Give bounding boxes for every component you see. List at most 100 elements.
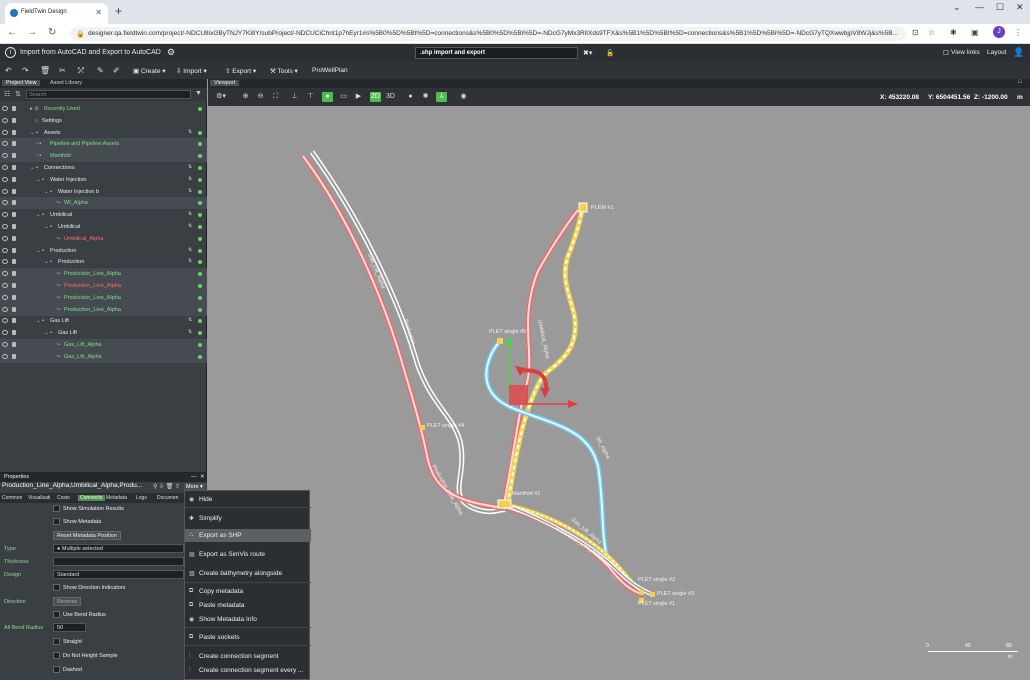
use-bend-radius-checkbox[interactable] [53,611,60,618]
layout-button[interactable]: Layout [987,49,1007,56]
maximize-viewport-icon[interactable]: □ [1014,79,1025,85]
lock-icon[interactable] [12,200,16,206]
tree-expander-icon[interactable]: ⤳ [56,271,60,278]
align-top-icon[interactable]: ⊤ [305,92,316,102]
settings-icon[interactable]: ⚙▾ [213,92,229,102]
reset-metadata-position-button[interactable]: Reset Metadata Position [53,531,121,540]
view-2d-button[interactable]: 2D [370,92,381,102]
minimize-panel-icon[interactable]: — [191,474,197,480]
undo-icon[interactable]: ↶ [5,66,12,75]
close-window-icon[interactable]: ✕ [1016,2,1024,13]
tree-expander-icon[interactable]: › ▪ [36,141,41,147]
menu-item-export-as-shp[interactable]: ⛬ Export as SHP [185,529,311,542]
tree-item[interactable]: ⤳ Gas_Lift_Alpha [0,350,207,363]
tree-item[interactable]: ⤳ Production_Line_Alpha [0,291,207,304]
tree-item[interactable]: ⤳ Gas_Lift_Alpha [0,339,207,351]
lock-icon[interactable] [12,235,16,241]
tree-item[interactable]: ⌄ ▪ Umbilical ⇅ [0,209,207,221]
connect-icon[interactable]: ⤱ [78,66,84,76]
lock-icon[interactable] [12,342,16,347]
visibility-eye-icon[interactable] [2,153,8,159]
dashed-checkbox[interactable] [53,666,60,673]
sort-icon[interactable]: ⇅ [15,90,21,98]
visibility-eye-icon[interactable] [2,200,8,206]
plet-single-2-node[interactable] [639,590,644,595]
lock-icon[interactable] [12,318,16,324]
thickness-input[interactable] [53,557,184,566]
visibility-eye-icon[interactable] [2,117,8,123]
maximize-icon[interactable]: ☐ [996,2,1004,13]
tab-connection[interactable]: Connectio [78,495,105,501]
all-bend-radius-input[interactable]: 50 [53,623,86,632]
visibility-eye-icon[interactable] [2,141,8,147]
visibility-eye-icon[interactable] [2,294,8,300]
tree-expander-icon[interactable]: ⌄ ▪ [44,330,52,336]
filter-icon[interactable]: ▼ [195,90,202,97]
pencil-icon[interactable]: ✎ [97,66,104,75]
viewport[interactable]: Viewport □ ⚙▾ ⊕ ⊖ ⛶ ⊥ ⊤ ● ▭ ▶ 2D 3D ● ✺ … [208,79,1030,680]
align-bottom-icon[interactable]: ⊥ [289,92,300,102]
tree-expander-icon[interactable]: ⌄ ▪ [36,212,44,218]
tree-expander-icon[interactable]: ⌄ ▪ [30,130,38,136]
tree-expander-icon[interactable]: ☼ [34,118,39,124]
close-tab-icon[interactable]: ✕ [95,8,102,17]
prowellplan-button[interactable]: ProWellPlan [309,65,351,76]
sort-arrows-icon[interactable]: ⇅ [188,188,192,194]
light-icon[interactable]: ● [405,92,416,102]
reload-icon[interactable]: ↻ [48,27,56,38]
visibility-eye-icon[interactable] [2,283,8,288]
tree-expander-icon[interactable]: ⌄ ▪ [44,224,52,230]
browser-tab[interactable]: FieldTwin Design ✕ [5,3,108,24]
tab-visualisation[interactable]: Visualisati [28,495,50,501]
lock-icon[interactable] [12,353,16,359]
sort-arrows-icon[interactable]: ⇅ [188,176,192,182]
tab-asset-library[interactable]: Asset Library [46,80,86,86]
menu-item-show-metadata-info[interactable]: ◉ Show Metadata Info [185,613,311,626]
tree-expander-icon[interactable]: ⤳ [56,200,60,207]
lock-icon[interactable] [12,188,16,194]
selection-action-icons[interactable]: ⚲ ⇩ 🗑 ⇧ [153,483,180,490]
lock-icon[interactable] [12,153,16,159]
sort-arrows-icon[interactable]: ⇅ [188,223,192,229]
manifold-1-node[interactable] [497,499,512,509]
tree-expander-icon[interactable]: ⤳ [56,236,60,243]
visibility-eye-icon[interactable] [2,165,8,170]
new-tab-icon[interactable]: + [115,4,122,18]
tree-item[interactable]: ⌄ ▪ Production ⇅ [0,256,207,268]
visibility-eye-icon[interactable] [2,330,8,336]
lock-icon[interactable] [12,176,16,182]
do-not-height-sample-checkbox[interactable] [53,652,60,659]
visibility-eye-icon[interactable] [2,106,8,111]
lock-icon[interactable] [12,283,16,288]
lock-icon[interactable] [12,224,16,229]
zoom-out-icon[interactable]: ⊖ [255,92,266,102]
sidebar-icon[interactable]: ▣ [971,28,979,37]
visibility-eye-icon[interactable] [2,129,8,135]
type-select[interactable]: ● Multiple selected [53,544,184,553]
record-icon[interactable]: ● [322,92,333,102]
measure-icon[interactable]: ⅄ [436,92,447,102]
lock-icon[interactable] [12,141,16,147]
sort-arrows-icon[interactable]: ⇅ [188,317,192,323]
visibility-eye-icon[interactable] [2,176,8,182]
visibility-eye-icon[interactable] [2,259,8,265]
lock-icon[interactable] [12,117,16,123]
camera-icon[interactable]: ▭ [338,92,349,102]
lock-icon[interactable] [12,247,16,253]
sort-arrows-icon[interactable]: ⇅ [188,129,192,135]
visibility-eye-icon[interactable] [2,353,8,359]
tree-expander-icon[interactable]: ⤳ [56,283,60,290]
lock-icon[interactable] [12,330,16,336]
tools-menu[interactable]: ⚒ Tools ▾ [267,65,301,77]
tree-expander-icon[interactable]: ⤳ [56,342,60,349]
lock-icon[interactable] [12,106,16,111]
lock-icon[interactable] [12,165,16,170]
menu-item-copy-metadata[interactable]: ⧉ Copy metadata [185,585,311,598]
visibility-eye-icon[interactable] [2,342,8,347]
tree-item[interactable]: ☼ Settings [0,115,207,127]
tree-expander-icon[interactable]: ⤳ [56,354,60,361]
transform-gizmo[interactable] [505,336,578,408]
plem-1-node[interactable] [578,202,588,213]
lock-icon[interactable] [12,259,16,265]
close-panel-icon[interactable]: ✕ [200,474,205,480]
